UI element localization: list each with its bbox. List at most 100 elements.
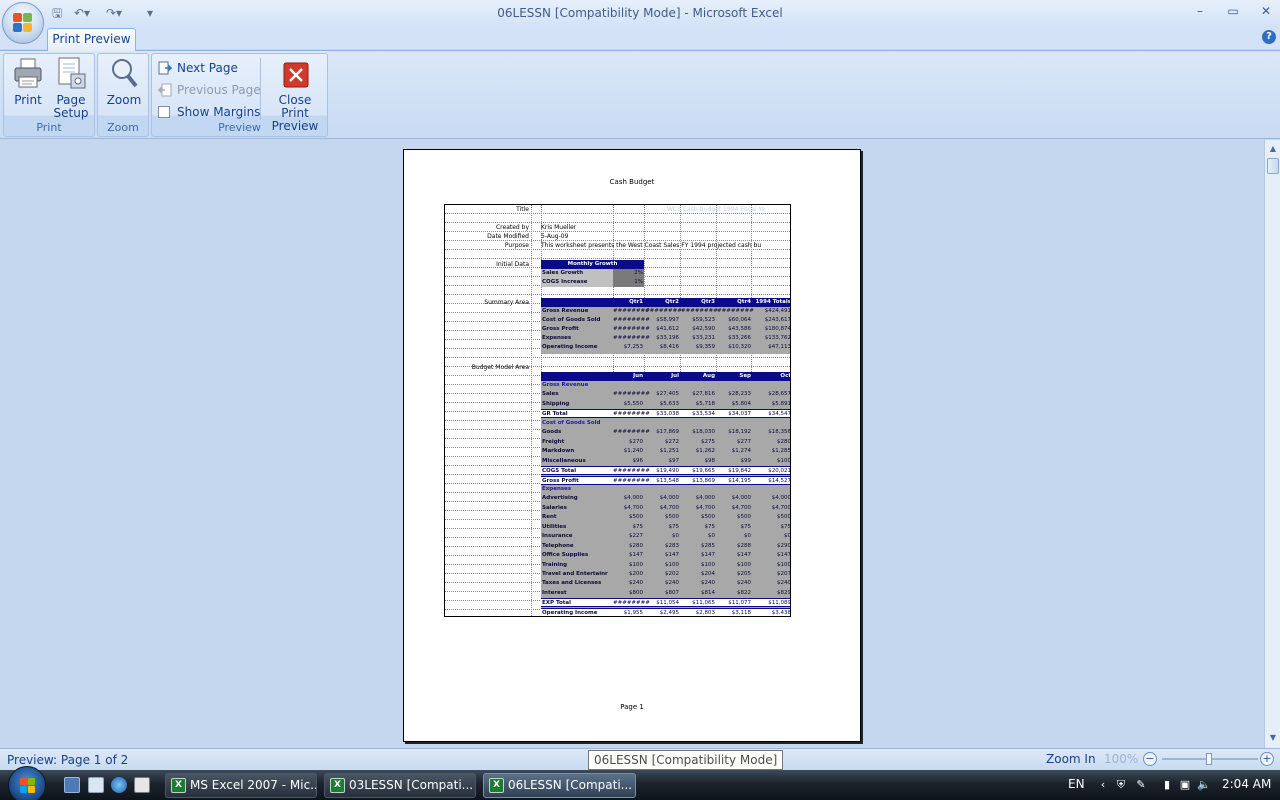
network-icon[interactable]: ▣ (1178, 778, 1192, 792)
ribbon-tab-row (0, 27, 1280, 49)
switch-windows-icon[interactable] (88, 777, 104, 793)
previous-page-icon (157, 83, 172, 97)
budget-row: Salaries $4,700 $4,700 $4,700 $4,700 $4,700 (541, 504, 790, 513)
next-page-label: Next Page (177, 61, 238, 75)
zoom-button[interactable]: Zoom (104, 56, 144, 107)
budget-column-header: Aug (702, 373, 715, 379)
budget-row: Goods ######## $17,869 $18,030 $18,192 $18,35… (541, 428, 790, 437)
summary-row: Cost of Goods Sold ######## $58,997 $59,523… (541, 316, 791, 325)
security-shield-icon[interactable]: ⛨ (1114, 778, 1128, 792)
budget-row: Training $100 $100 $100 $100 $100 (541, 561, 790, 570)
previous-page-button[interactable]: Previous Page (155, 81, 261, 99)
cell-value: ######## (613, 308, 650, 314)
row-name: Rent (542, 514, 557, 521)
budget-row: Miscellaneous $96 $97 $98 $99 $100 (541, 457, 790, 466)
value-date-modified: 5-Aug-09 (541, 233, 569, 240)
language-indicator[interactable]: EN (1068, 777, 1085, 791)
group-print-label: Print (36, 121, 62, 134)
cell-value: $5,633 (659, 400, 679, 407)
close-preview-icon (279, 56, 311, 90)
row-name: Salaries (542, 504, 567, 511)
row-name: Gross Profit (542, 326, 579, 332)
cell-value: $4,700 (623, 504, 643, 511)
budget-row: Interest $800 $807 $814 $822 $829 (541, 589, 791, 598)
internet-explorer-icon[interactable] (111, 777, 127, 793)
cell-value: $1,274 (731, 448, 751, 455)
cell-value: $285 (701, 542, 715, 549)
taskbar-item-ms-excel-2007[interactable]: MS Excel 2007 - Mic... (165, 773, 317, 798)
zoom-in-button[interactable]: Zoom In (1046, 752, 1096, 766)
cell-value: $240 (665, 580, 679, 587)
cell-value: $33,231 (692, 335, 715, 341)
battery-icon[interactable]: ▮ (1160, 778, 1174, 792)
show-desktop-icon[interactable] (64, 777, 80, 793)
title-bar: 🖫 ↶▾ ↷▾ ▾ 06LESSN [Compatibility Mode] -… (0, 0, 1280, 27)
scroll-down-icon[interactable]: ▼ (1267, 732, 1279, 744)
cell-value: ######## (681, 308, 718, 314)
cell-value: $500 (665, 514, 679, 521)
cell-value: $147 (701, 552, 715, 559)
zoom-in-icon[interactable]: + (1260, 752, 1274, 766)
cell-value: ######## (613, 429, 650, 436)
page-setup-icon (55, 56, 87, 90)
minimize-button[interactable]: – (1188, 3, 1212, 21)
cell-value: ######## (717, 308, 754, 314)
summary-column-header: 1994 Totals (755, 299, 791, 305)
cell-value: $75 (668, 523, 680, 530)
next-page-button[interactable]: Next Page (155, 59, 238, 77)
office-logo-icon (13, 13, 33, 33)
tab-print-preview[interactable]: Print Preview (47, 28, 136, 51)
volume-icon[interactable]: 🔈 (1197, 778, 1211, 792)
summary-row: Operating Income $7,253 $8,416 $9,359 $10,32… (541, 343, 790, 352)
cell-value: $829 (777, 589, 791, 596)
cell-value: $243,617 (764, 317, 791, 323)
cell-value: $1,251 (659, 448, 679, 455)
media-player-icon[interactable] (134, 777, 150, 793)
cell-value: $33,266 (728, 335, 751, 341)
row-name: Goods (542, 429, 562, 436)
cell-value: $240 (737, 580, 751, 587)
cell-value: $4,000 (623, 495, 643, 502)
cell-value: $227 (629, 533, 643, 540)
page-setup-button[interactable]: Page Setup (50, 56, 92, 120)
cell-value: 1% (634, 279, 643, 285)
cell-value: $500 (701, 514, 715, 521)
row-name: Expenses (542, 485, 572, 492)
cell-value: ######## (613, 391, 650, 398)
cell-value: $27,816 (692, 391, 715, 398)
preview-page: Cash Budget Title Created by Date Modifi… (403, 149, 861, 742)
cell-value: $75 (740, 523, 752, 530)
help-icon[interactable]: ? (1262, 30, 1276, 44)
cell-value: $5,891 (771, 400, 791, 407)
cell-value: $8,416 (659, 344, 679, 350)
taskbar-item-06lessn[interactable]: 06LESSN [Compati... (483, 773, 636, 798)
office-button[interactable] (2, 2, 44, 44)
taskbar-item-03lessn[interactable]: 03LESSN [Compati... (324, 773, 476, 798)
cell-value: $4,000 (695, 495, 715, 502)
cell-value: $283 (665, 542, 679, 549)
cell-value: $0 (708, 533, 715, 540)
row-name: Taxes and Licenses (542, 580, 602, 587)
scroll-up-icon[interactable]: ▲ (1267, 143, 1279, 155)
summary-column-header: Qtr4 (737, 299, 751, 305)
zoom-slider-thumb[interactable] (1206, 753, 1212, 765)
value-created-by: Kris Mueller (541, 224, 577, 231)
cell-value: $272 (665, 438, 679, 445)
close-button[interactable]: ✕ (1254, 3, 1278, 21)
show-margins-checkbox[interactable]: Show Margins (155, 103, 260, 121)
vertical-scrollbar[interactable]: ▲ ▼ (1264, 140, 1280, 748)
cell-value: $58,997 (656, 317, 679, 323)
cell-value: $500 (777, 514, 791, 521)
cell-value: $28,657 (768, 391, 791, 398)
zoom-out-icon[interactable]: − (1143, 752, 1157, 766)
scroll-thumb[interactable] (1267, 158, 1279, 174)
maximize-button[interactable]: ▭ (1221, 3, 1245, 21)
cell-value: $4,700 (731, 504, 751, 511)
print-button[interactable]: Print (8, 56, 48, 107)
zoom-level[interactable]: 100% (1104, 752, 1138, 766)
budget-header: Jun Jul Aug Sep Oct (541, 372, 790, 381)
tray-tool-icon[interactable]: ✎ (1134, 778, 1148, 792)
tray-expand-icon[interactable]: ‹ (1096, 778, 1110, 792)
start-button[interactable] (8, 766, 46, 800)
show-margins-label: Show Margins (177, 105, 261, 119)
